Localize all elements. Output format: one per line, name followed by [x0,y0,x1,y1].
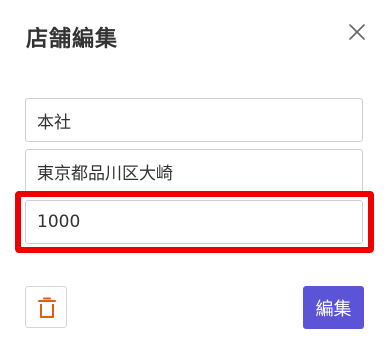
trash-icon [38,297,56,318]
store-name-input[interactable] [25,98,363,142]
number-input[interactable] [25,200,363,244]
edit-button[interactable]: 編集 [303,286,364,329]
close-icon [349,24,365,40]
close-button[interactable] [345,20,369,44]
store-edit-dialog: 店舗編集 編集 [0,0,388,348]
delete-button[interactable] [25,286,67,328]
address-input[interactable] [25,149,363,193]
dialog-title: 店舗編集 [26,27,119,52]
